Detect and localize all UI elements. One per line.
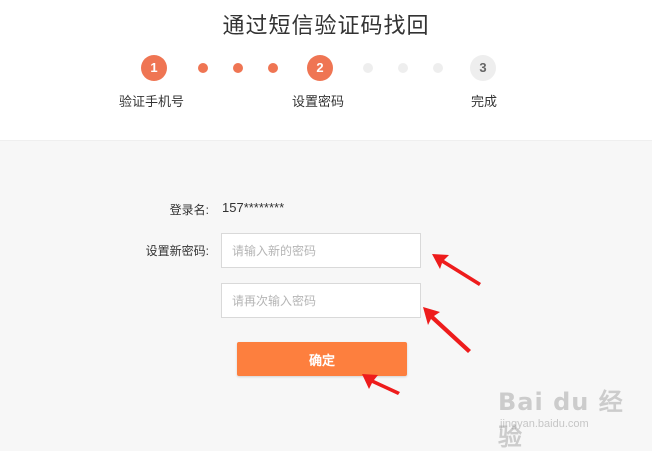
login-name-value: 157********: [222, 200, 285, 215]
new-password-label: 设置新密码:: [145, 244, 209, 258]
confirm-button[interactable]: 确定: [237, 342, 407, 376]
step-3-circle: 3: [470, 55, 496, 81]
step-3-label: 完成: [471, 94, 498, 109]
watermark-url: jingyan.baidu.com: [500, 418, 589, 430]
progress-stepper: 1 2 3 验证手机号 设置密码 完成: [0, 55, 652, 115]
step-dot: [268, 63, 278, 73]
page-title: 通过短信验证码找回: [222, 13, 430, 38]
step-2-circle: 2: [307, 55, 333, 81]
step-dot: [398, 63, 408, 73]
header-section: 通过短信验证码找回 1 2 3 验证手机号 设置密码 完成: [0, 0, 652, 140]
new-password-input[interactable]: [221, 233, 421, 268]
step-1-label: 验证手机号: [119, 94, 185, 109]
step-1-circle: 1: [141, 55, 167, 81]
step-dot: [233, 63, 243, 73]
step-dot: [198, 63, 208, 73]
step-dot: [433, 63, 443, 73]
confirm-password-input[interactable]: [221, 283, 421, 318]
watermark-logo: Bai du 经验: [498, 388, 624, 451]
login-name-label: 登录名:: [169, 203, 209, 217]
step-dot: [363, 63, 373, 73]
step-2-label: 设置密码: [292, 94, 345, 109]
watermark: Bai du 经验 jingyan.baidu.com: [498, 382, 648, 451]
